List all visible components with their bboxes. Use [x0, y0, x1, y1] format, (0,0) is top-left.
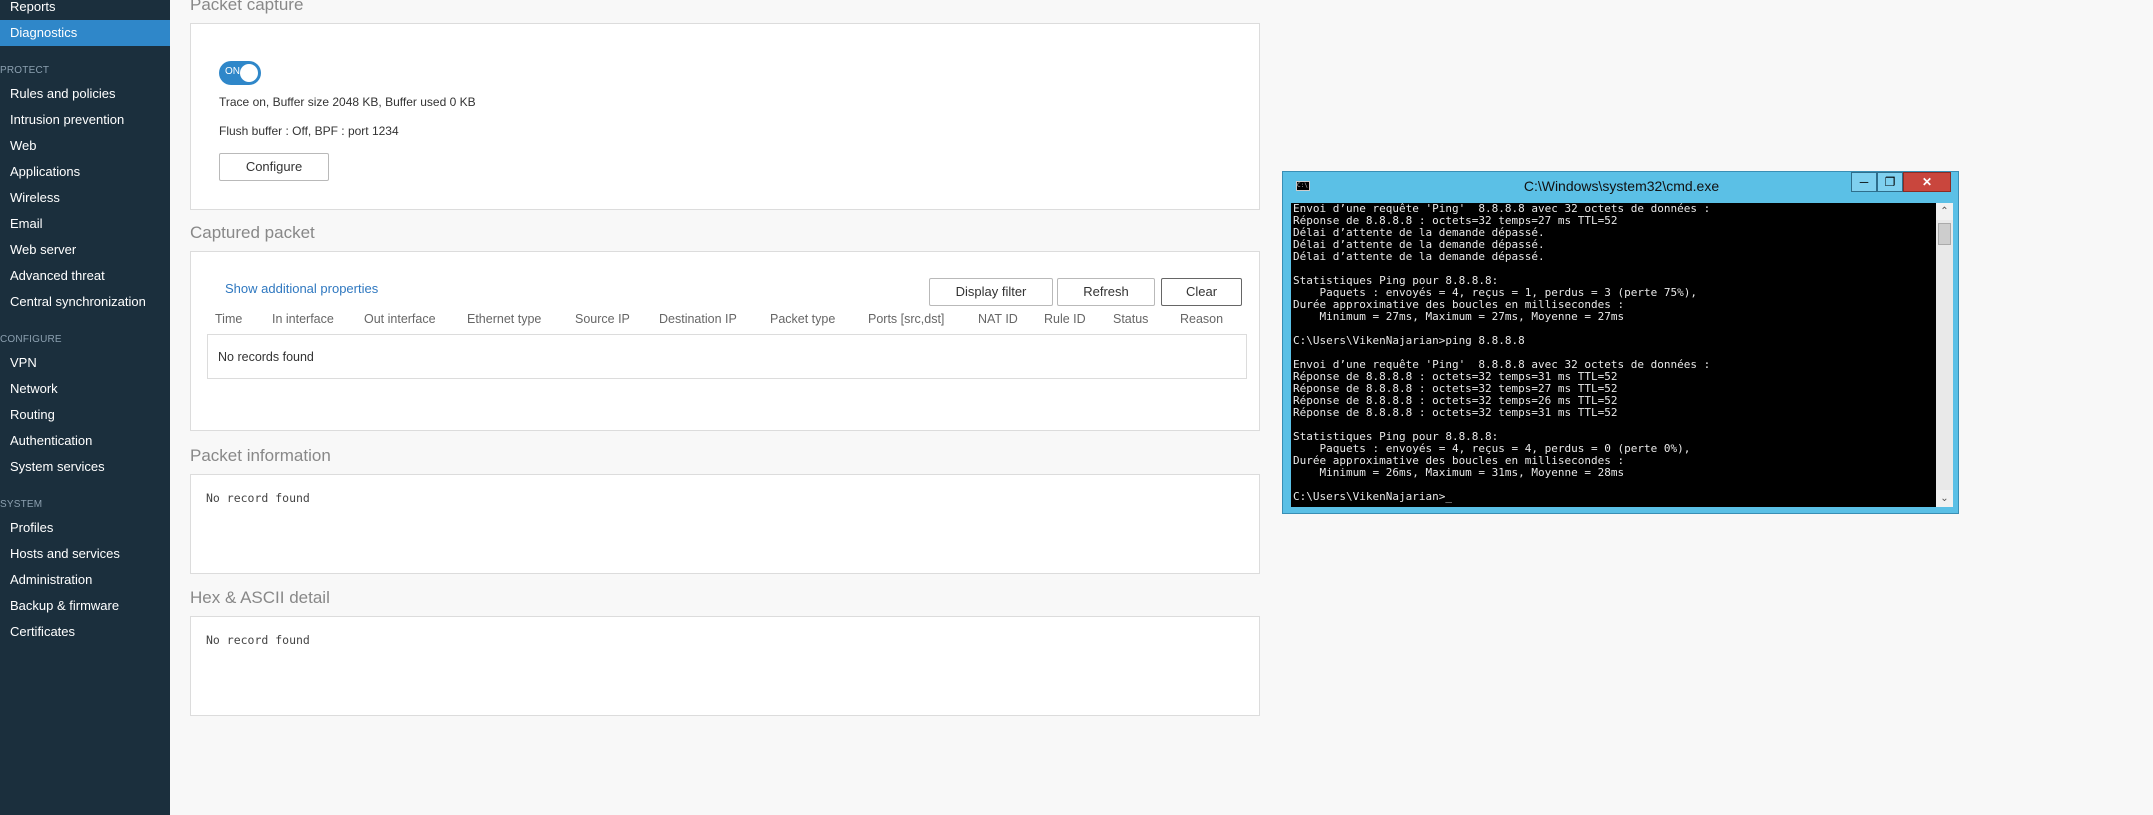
cmd-line: Réponse de 8.8.8.8 : octets=32 temps=31 … [1293, 406, 1618, 419]
captured-packet-title: Captured packet [190, 223, 315, 242]
scroll-down-icon[interactable]: ⌄ [1936, 490, 1953, 507]
column-header[interactable]: Packet type [770, 312, 835, 326]
sidebar-item-web-server[interactable]: Web server [0, 237, 170, 263]
sidebar-section-system: SYSTEM [0, 499, 43, 510]
cmd-window[interactable]: C:\ C:\Windows\system32\cmd.exe ─ ❐ ✕ En… [1282, 171, 1959, 514]
sidebar-item-backup-firmware[interactable]: Backup & firmware [0, 593, 170, 619]
sidebar: Reports Diagnostics PROTECT Rules and po… [0, 0, 170, 815]
clear-button[interactable]: Clear [1161, 278, 1242, 306]
sidebar-section-configure: CONFIGURE [0, 334, 62, 345]
hex-ascii-title: Hex & ASCII detail [190, 588, 330, 607]
cmd-line: Minimum = 27ms, Maximum = 27ms, Moyenne … [1293, 310, 1625, 323]
no-records-text: No records found [218, 350, 314, 364]
configure-button[interactable]: Configure [219, 153, 329, 181]
cmd-line: C:\Users\VikenNajarian>_ [1293, 490, 1452, 503]
packet-information-title: Packet information [190, 446, 331, 465]
sidebar-item-central-synchronization[interactable]: Central synchronization [0, 289, 170, 315]
packet-capture-panel: ON Trace on, Buffer size 2048 KB, Buffer… [190, 23, 1260, 210]
toggle-knob [240, 64, 258, 82]
toggle-label: ON [225, 66, 240, 77]
cmd-line: Minimum = 26ms, Maximum = 31ms, Moyenne … [1293, 466, 1625, 479]
column-header[interactable]: Time [215, 312, 242, 326]
sidebar-item-administration[interactable]: Administration [0, 567, 170, 593]
packet-information-panel: No record found [190, 474, 1260, 574]
sidebar-item-email[interactable]: Email [0, 211, 170, 237]
sidebar-item-vpn[interactable]: VPN [0, 350, 170, 376]
sidebar-item-network[interactable]: Network [0, 376, 170, 402]
column-header[interactable]: Reason [1180, 312, 1223, 326]
captured-packet-panel: Show additional properties Display filte… [190, 251, 1260, 431]
sidebar-item-wireless[interactable]: Wireless [0, 185, 170, 211]
cmd-output: Envoi d’une requête 'Ping' 8.8.8.8 avec … [1293, 203, 1933, 503]
hex-ascii-panel: No record found [190, 616, 1260, 716]
close-icon: ✕ [1921, 175, 1933, 189]
column-header[interactable]: Source IP [575, 312, 630, 326]
cmd-line: C:\Users\VikenNajarian>ping 8.8.8.8 [1293, 334, 1525, 347]
column-header[interactable]: NAT ID [978, 312, 1018, 326]
sidebar-item-rules-and-policies[interactable]: Rules and policies [0, 81, 170, 107]
sidebar-item-diagnostics[interactable]: Diagnostics [0, 20, 170, 46]
sidebar-item-advanced-threat[interactable]: Advanced threat [0, 263, 170, 289]
sidebar-item-routing[interactable]: Routing [0, 402, 170, 428]
maximize-button[interactable]: ❐ [1877, 172, 1903, 192]
show-additional-properties-link[interactable]: Show additional properties [225, 281, 378, 296]
cmd-console[interactable]: Envoi d’une requête 'Ping' 8.8.8.8 avec … [1291, 203, 1953, 507]
column-header[interactable]: Status [1113, 312, 1148, 326]
cmd-line: Délai d’attente de la demande dépassé. [1293, 250, 1545, 263]
sidebar-item-intrusion-prevention[interactable]: Intrusion prevention [0, 107, 170, 133]
display-filter-button[interactable]: Display filter [929, 278, 1053, 306]
sidebar-item-certificates[interactable]: Certificates [0, 619, 170, 645]
sidebar-item-reports[interactable]: Reports [0, 0, 170, 20]
column-header[interactable]: Ethernet type [467, 312, 541, 326]
column-header[interactable]: Ports [src,dst] [868, 312, 944, 326]
flush-buffer-text: Flush buffer : Off, BPF : port 1234 [219, 124, 399, 138]
sidebar-item-profiles[interactable]: Profiles [0, 515, 170, 541]
column-header[interactable]: Out interface [364, 312, 436, 326]
packet-capture-title: Packet capture [190, 0, 304, 14]
sidebar-item-web[interactable]: Web [0, 133, 170, 159]
sidebar-section-protect: PROTECT [0, 65, 50, 76]
packet-information-empty-text: No record found [206, 491, 310, 505]
trace-toggle[interactable]: ON [219, 61, 261, 85]
column-header[interactable]: In interface [272, 312, 334, 326]
close-button[interactable]: ✕ [1903, 172, 1951, 192]
column-header[interactable]: Rule ID [1044, 312, 1086, 326]
trace-status-text: Trace on, Buffer size 2048 KB, Buffer us… [219, 95, 476, 109]
packet-records-table: No records found [207, 334, 1247, 379]
minimize-icon: ─ [1859, 175, 1869, 189]
sidebar-item-hosts-and-services[interactable]: Hosts and services [0, 541, 170, 567]
scroll-thumb[interactable] [1938, 223, 1951, 245]
sidebar-item-authentication[interactable]: Authentication [0, 428, 170, 454]
minimize-button[interactable]: ─ [1851, 172, 1877, 192]
scroll-up-icon[interactable]: ⌃ [1936, 203, 1953, 220]
sidebar-item-applications[interactable]: Applications [0, 159, 170, 185]
refresh-button[interactable]: Refresh [1057, 278, 1155, 306]
hex-ascii-empty-text: No record found [206, 633, 310, 647]
sidebar-item-system-services[interactable]: System services [0, 454, 170, 480]
column-header[interactable]: Destination IP [659, 312, 737, 326]
cmd-scrollbar[interactable]: ⌃ ⌄ [1936, 203, 1953, 507]
maximize-icon: ❐ [1884, 175, 1896, 189]
